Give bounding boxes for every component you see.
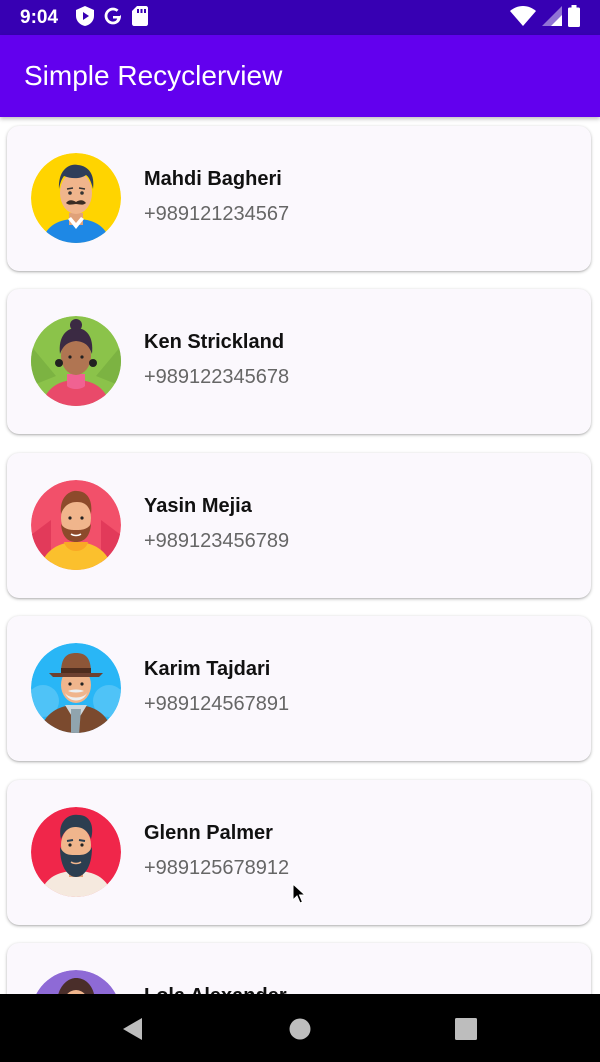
battery-icon [568, 4, 580, 32]
contact-phone: +989121234567 [144, 203, 290, 225]
contact-name: Yasin Mejia [144, 495, 252, 517]
app-title: Simple Recyclerview [24, 60, 283, 91]
recents-icon[interactable] [453, 1016, 479, 1042]
system-nav-bar [0, 994, 600, 1062]
contact-name: Glenn Palmer [144, 822, 273, 844]
status-time: 9:04 [20, 7, 59, 28]
contact-list[interactable]: Mahdi Bagheri +989121234567 Ken Strickla… [0, 117, 600, 994]
contact-name: Lola Alexander [144, 985, 287, 994]
man-mustache-avatar [31, 153, 121, 243]
cell-signal-icon [542, 5, 562, 31]
contact-card[interactable]: Mahdi Bagheri +989121234567 [7, 126, 591, 271]
contact-card[interactable]: Ken Strickland +989122345678 [7, 289, 591, 434]
app-bar: Simple Recyclerview [0, 35, 600, 117]
man-beard-hoodie-avatar [31, 480, 121, 570]
home-icon[interactable] [287, 1016, 313, 1042]
google-icon [103, 6, 123, 31]
back-icon[interactable] [120, 1016, 146, 1042]
woman-avatar [31, 970, 121, 994]
contact-phone: +989122345678 [144, 366, 290, 388]
contact-card[interactable]: Karim Tajdari +989124567891 [7, 616, 591, 761]
contact-name: Ken Strickland [144, 331, 285, 353]
play-protect-icon [76, 5, 94, 31]
woman-earrings-avatar [31, 316, 121, 406]
man-hat-scarf-avatar [31, 643, 121, 733]
contact-name: Mahdi Bagheri [144, 168, 282, 190]
contact-name: Karim Tajdari [144, 658, 271, 680]
contact-phone: +989125678912 [144, 857, 290, 879]
contact-card[interactable]: Yasin Mejia +989123456789 [7, 453, 591, 598]
contact-phone: +989124567891 [144, 693, 290, 715]
mouse-cursor-icon [292, 883, 306, 904]
contact-phone: +989123456789 [144, 530, 290, 552]
man-beard-avatar [31, 807, 121, 897]
status-bar: 9:04 [0, 0, 600, 35]
sd-card-icon [132, 5, 148, 31]
contact-card[interactable]: Lola Alexander [7, 943, 591, 994]
wifi-icon [510, 5, 536, 31]
